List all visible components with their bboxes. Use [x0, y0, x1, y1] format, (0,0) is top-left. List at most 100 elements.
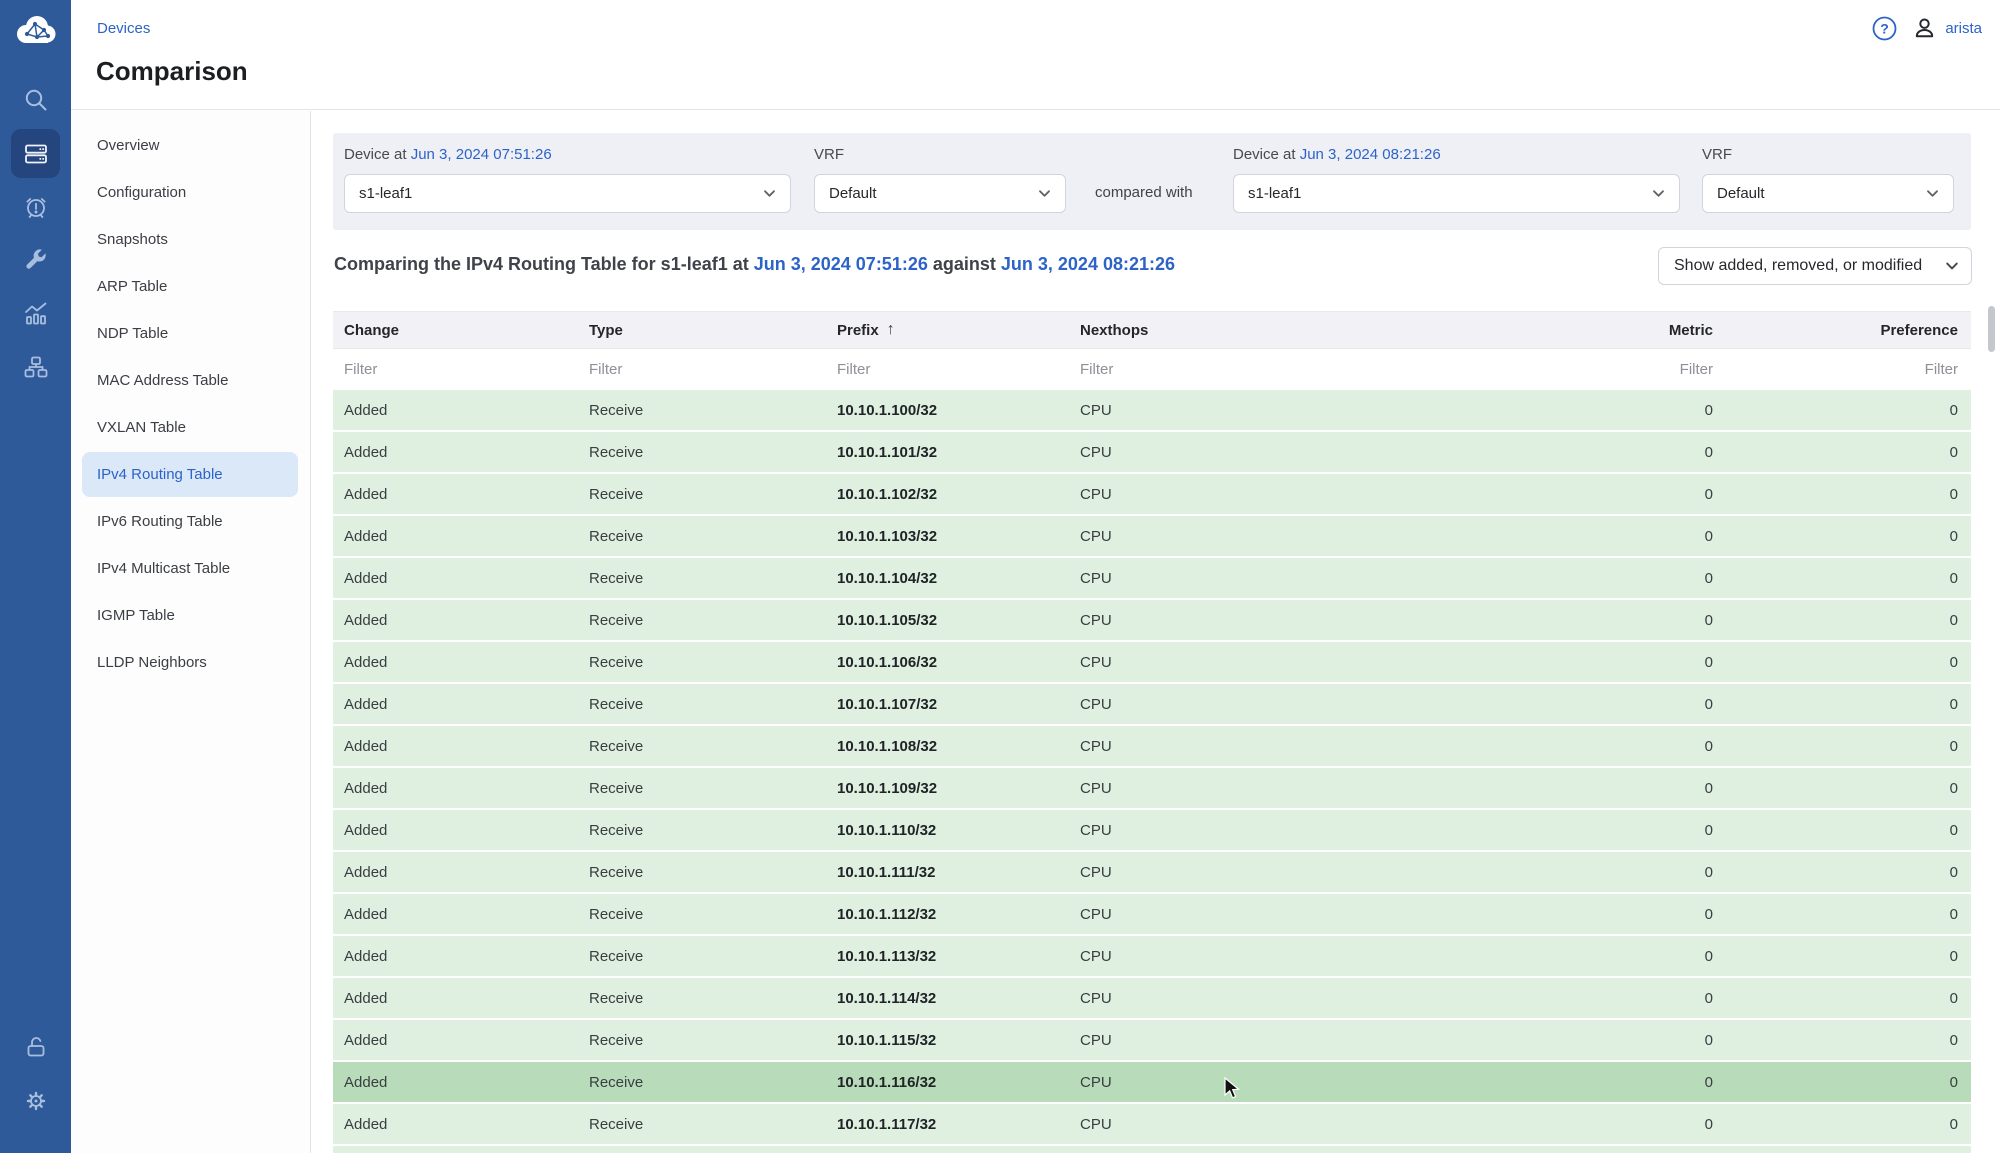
cell-change: Added: [333, 684, 578, 724]
cloudvision-logo[interactable]: [0, 14, 71, 46]
column-header-change[interactable]: Change: [333, 312, 578, 348]
table-row[interactable]: AddedReceive10.10.1.112/32CPU00: [333, 894, 1971, 934]
cell-metric: 0: [1543, 642, 1713, 682]
sidebar-item-mac-address-table[interactable]: MAC Address Table: [82, 358, 298, 403]
cell-metric: 0: [1543, 768, 1713, 808]
table-row[interactable]: AddedReceive10.10.1.100/32CPU00: [333, 390, 1971, 430]
filter-input-type[interactable]: [589, 361, 802, 378]
sidebar-item-vxlan-table[interactable]: VXLAN Table: [82, 405, 298, 450]
filter-input-prefix[interactable]: [837, 361, 1046, 378]
sidebar-item-ipv6-routing-table[interactable]: IPv6 Routing Table: [82, 499, 298, 544]
cell-nexthops: CPU: [1069, 684, 1543, 724]
cell-preference: 0: [1713, 474, 1971, 514]
timestamp-right-link[interactable]: Jun 3, 2024 08:21:26: [1300, 146, 1441, 163]
provisioning-icon[interactable]: [0, 247, 71, 273]
breadcrumb-devices[interactable]: Devices: [97, 20, 150, 37]
cell-change: Added: [333, 1104, 578, 1144]
devices-icon[interactable]: [11, 129, 60, 178]
filter-input-change[interactable]: [344, 361, 555, 378]
cell-change: Added: [333, 516, 578, 556]
summary-timestamp-1[interactable]: Jun 3, 2024 07:51:26: [754, 254, 928, 274]
sidebar-item-lldp-neighbors[interactable]: LLDP Neighbors: [82, 640, 298, 685]
cell-prefix: 10.10.1.117/32: [826, 1104, 1069, 1144]
table-row[interactable]: AddedReceive10.10.1.113/32CPU00: [333, 936, 1971, 976]
cell-prefix: 10.10.1.107/32: [826, 684, 1069, 724]
sidebar-item-igmp-table[interactable]: IGMP Table: [82, 593, 298, 638]
summary-timestamp-2[interactable]: Jun 3, 2024 08:21:26: [1001, 254, 1175, 274]
settings-icon[interactable]: [0, 1088, 71, 1114]
column-header-preference[interactable]: Preference: [1713, 312, 1971, 348]
unlock-icon[interactable]: [0, 1034, 71, 1060]
table-row[interactable]: AddedReceive10.10.1.101/32CPU00: [333, 432, 1971, 472]
column-header-prefix[interactable]: Prefix ↑: [826, 312, 1069, 348]
table-row[interactable]: AddedReceive10.10.1.106/32CPU00: [333, 642, 1971, 682]
cell-type: Receive: [578, 726, 826, 766]
user-menu[interactable]: arista: [1911, 15, 1982, 42]
display-filter-select[interactable]: Show added, removed, or modified: [1658, 247, 1972, 285]
column-header-metric[interactable]: Metric: [1543, 312, 1713, 348]
sidebar-item-ipv4-multicast-table[interactable]: IPv4 Multicast Table: [82, 546, 298, 591]
table-row[interactable]: AddedReceive10.10.1.110/32CPU00: [333, 810, 1971, 850]
column-header-type[interactable]: Type: [578, 312, 826, 348]
cell-metric: 0: [1543, 810, 1713, 850]
sidebar-item-arp-table[interactable]: ARP Table: [82, 264, 298, 309]
cell-change: Added: [333, 390, 578, 430]
cell-prefix: 10.10.1.108/32: [826, 726, 1069, 766]
device-left-label: Device at Jun 3, 2024 07:51:26: [344, 146, 552, 163]
cell-preference: 0: [1713, 600, 1971, 640]
filter-input-nexthops[interactable]: [1080, 361, 1497, 378]
scrollbar-thumb[interactable]: [1988, 306, 1995, 352]
device-select-right[interactable]: s1-leaf1: [1233, 174, 1680, 213]
table-row[interactable]: AddedReceive10.10.1.116/32CPU00: [333, 1062, 1971, 1102]
device-select-left[interactable]: s1-leaf1: [344, 174, 791, 213]
filter-input-preference[interactable]: [1738, 361, 1959, 378]
sidebar-item-overview[interactable]: Overview: [82, 123, 298, 168]
cell-type: Receive: [578, 978, 826, 1018]
sidebar-item-configuration[interactable]: Configuration: [82, 170, 298, 215]
cell-preference: 0: [1713, 684, 1971, 724]
timestamp-left-link[interactable]: Jun 3, 2024 07:51:26: [411, 146, 552, 163]
metrics-icon[interactable]: [0, 301, 71, 327]
cell-prefix: 10.10.1.103/32: [826, 516, 1069, 556]
sidebar-item-snapshots[interactable]: Snapshots: [82, 217, 298, 262]
column-header-nexthops[interactable]: Nexthops: [1069, 312, 1543, 348]
table-row[interactable]: AddedReceive10.10.1.107/32CPU00: [333, 684, 1971, 724]
cell-preference: 0: [1713, 390, 1971, 430]
cell-metric: 0: [1543, 1062, 1713, 1102]
table-row[interactable]: AddedReceive10.10.1.102/32CPU00: [333, 474, 1971, 514]
cell-nexthops: CPU: [1069, 936, 1543, 976]
help-icon[interactable]: ?: [1871, 15, 1898, 42]
cell-change: Added: [333, 726, 578, 766]
filter-input-metric[interactable]: [1560, 361, 1713, 378]
table-row[interactable]: AddedReceive10.10.1.111/32CPU00: [333, 852, 1971, 892]
cell-preference: 0: [1713, 726, 1971, 766]
vrf-select-right[interactable]: Default: [1702, 174, 1954, 213]
table-filter-row: [333, 349, 1971, 390]
topology-icon[interactable]: [0, 354, 71, 380]
table-row[interactable]: AddedReceive10.10.1.104/32CPU00: [333, 558, 1971, 598]
table-row[interactable]: AddedReceive10.10.1.115/32CPU00: [333, 1020, 1971, 1060]
compared-with-label: compared with: [1095, 184, 1193, 201]
cell-nexthops: CPU: [1069, 852, 1543, 892]
table-row[interactable]: AddedReceive10.10.1.109/32CPU00: [333, 768, 1971, 808]
cell-type: Receive: [578, 1020, 826, 1060]
cell-type: Receive: [578, 516, 826, 556]
cell-prefix: 10.10.1.106/32: [826, 642, 1069, 682]
table-row[interactable]: AddedReceive10.10.1.108/32CPU00: [333, 726, 1971, 766]
events-icon[interactable]: [0, 194, 71, 220]
search-icon[interactable]: [0, 87, 71, 113]
sidebar-item-ndp-table[interactable]: NDP Table: [82, 311, 298, 356]
table-row[interactable]: AddedReceive10.10.1.118/32CPU00: [333, 1146, 1971, 1153]
cell-type: Receive: [578, 390, 826, 430]
cell-prefix: 10.10.1.104/32: [826, 558, 1069, 598]
sidebar-item-ipv4-routing-table[interactable]: IPv4 Routing Table: [82, 452, 298, 497]
table-row[interactable]: AddedReceive10.10.1.114/32CPU00: [333, 978, 1971, 1018]
vrf-select-left[interactable]: Default: [814, 174, 1066, 213]
table-row[interactable]: AddedReceive10.10.1.105/32CPU00: [333, 600, 1971, 640]
cell-type: Receive: [578, 684, 826, 724]
cell-nexthops: CPU: [1069, 726, 1543, 766]
table-row[interactable]: AddedReceive10.10.1.117/32CPU00: [333, 1104, 1971, 1144]
table-row[interactable]: AddedReceive10.10.1.103/32CPU00: [333, 516, 1971, 556]
cell-prefix: 10.10.1.101/32: [826, 432, 1069, 472]
cell-preference: 0: [1713, 1062, 1971, 1102]
